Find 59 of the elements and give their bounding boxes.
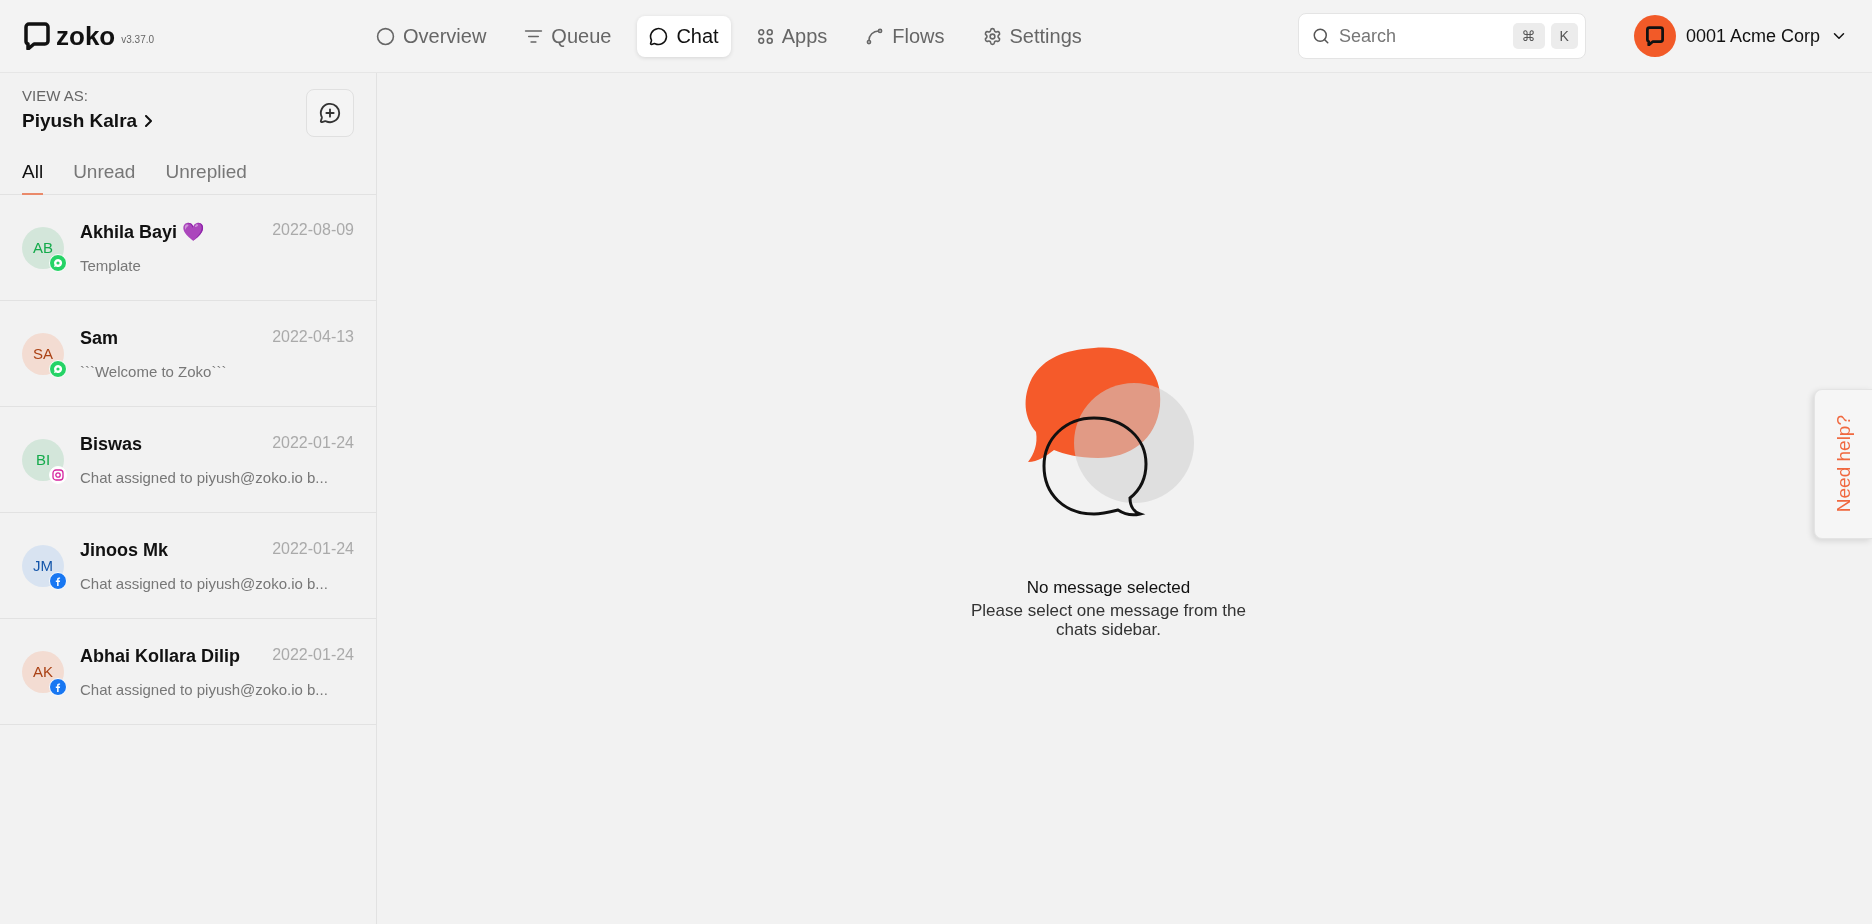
logo-icon xyxy=(24,22,50,50)
four-dots-icon xyxy=(756,27,774,45)
facebook-icon xyxy=(49,677,67,696)
chat-date: 2022-04-13 xyxy=(272,327,354,347)
chevron-right-icon xyxy=(145,115,153,127)
avatar-initials: AB xyxy=(33,239,53,256)
flow-line-icon xyxy=(865,26,885,46)
contact-name: Sam xyxy=(80,327,119,349)
settings-icon xyxy=(982,26,1002,46)
filter-tab[interactable]: Unread xyxy=(73,157,136,195)
message-preview: Chat assigned to piyush@zoko.io b... xyxy=(80,680,329,698)
circle-icon xyxy=(376,26,395,46)
search-icon xyxy=(1311,27,1330,45)
contact-name: Biswas xyxy=(80,433,143,455)
account-menu[interactable]: 0001 Acme Corp xyxy=(1633,15,1848,57)
message-preview: Chat assigned to piyush@zoko.io b... xyxy=(80,574,329,592)
chat-date: 2022-01-24 xyxy=(272,645,354,665)
filter-tab[interactable]: All xyxy=(22,157,44,195)
avatar-initials: JM xyxy=(33,557,53,574)
chat-date: 2022-08-09 xyxy=(272,221,354,240)
version-label: v3.37.0 xyxy=(121,33,155,45)
chat-date: 2022-01-24 xyxy=(272,539,354,559)
avatar-initials: SA xyxy=(33,345,53,362)
chat-list-item[interactable]: AK Abhai Kollara Dilip 2022-01-24 Chat assigned to piyush@zoko.io b... xyxy=(0,619,376,725)
shortcut-key: K xyxy=(1550,23,1578,49)
message-preview: ```Welcome to Zoko``` xyxy=(80,362,228,380)
whatsapp-icon xyxy=(49,359,67,378)
avatar-initials: BI xyxy=(35,451,51,468)
instagram-icon xyxy=(49,465,67,484)
chat-list-item[interactable]: BI Biswas 2022-01-24 Chat assigned to piyush@zoko.io b... xyxy=(0,407,376,513)
nav-tab[interactable]: Overview xyxy=(364,15,499,57)
filter-tab[interactable]: Unreplied xyxy=(165,157,247,195)
new-chat-icon xyxy=(319,102,341,124)
view-as-label: VIEW AS: xyxy=(22,87,89,104)
nav-tab[interactable]: Flows xyxy=(853,15,957,57)
chat-list-item[interactable]: JM Jinoos Mk 2022-01-24 Chat assigned to piyush@zoko.io b... xyxy=(0,513,376,619)
chat-list-item[interactable]: SA Sam 2022-04-13 ```Welcome to Zoko``` xyxy=(0,301,376,407)
view-as-selector[interactable]: Piyush Kalra xyxy=(22,110,153,132)
empty-state-title: No message selected xyxy=(1026,577,1191,598)
new-chat-button[interactable] xyxy=(306,89,354,137)
chat-list-item[interactable]: AB Akhila Bayi 💜 2022-08-09 Template xyxy=(0,195,376,301)
contact-name: Akhila Bayi 💜 xyxy=(80,221,205,243)
shortcut-key: ⌘ xyxy=(1512,23,1545,49)
message-preview: Template xyxy=(80,257,142,274)
avatar-initials: AK xyxy=(33,663,53,680)
facebook-icon xyxy=(49,571,67,590)
nav-tab[interactable]: Queue xyxy=(512,15,624,57)
chat-bubble-icon xyxy=(649,26,669,46)
nav-tab[interactable]: Chat xyxy=(637,15,731,57)
contact-name: Jinoos Mk xyxy=(80,539,168,561)
empty-state-message: Please select one message from the chats sidebar. xyxy=(970,601,1247,640)
nav-tab[interactable]: Settings xyxy=(970,15,1094,57)
brand-name: zoko xyxy=(56,20,116,52)
nav-tab[interactable]: Apps xyxy=(744,15,840,57)
whatsapp-icon xyxy=(49,253,67,272)
chat-date: 2022-01-24 xyxy=(272,433,354,453)
contact-name: Abhai Kollara Dilip xyxy=(80,645,241,667)
account-logo-icon xyxy=(1633,15,1676,57)
message-preview: Chat assigned to piyush@zoko.io b... xyxy=(80,468,329,486)
